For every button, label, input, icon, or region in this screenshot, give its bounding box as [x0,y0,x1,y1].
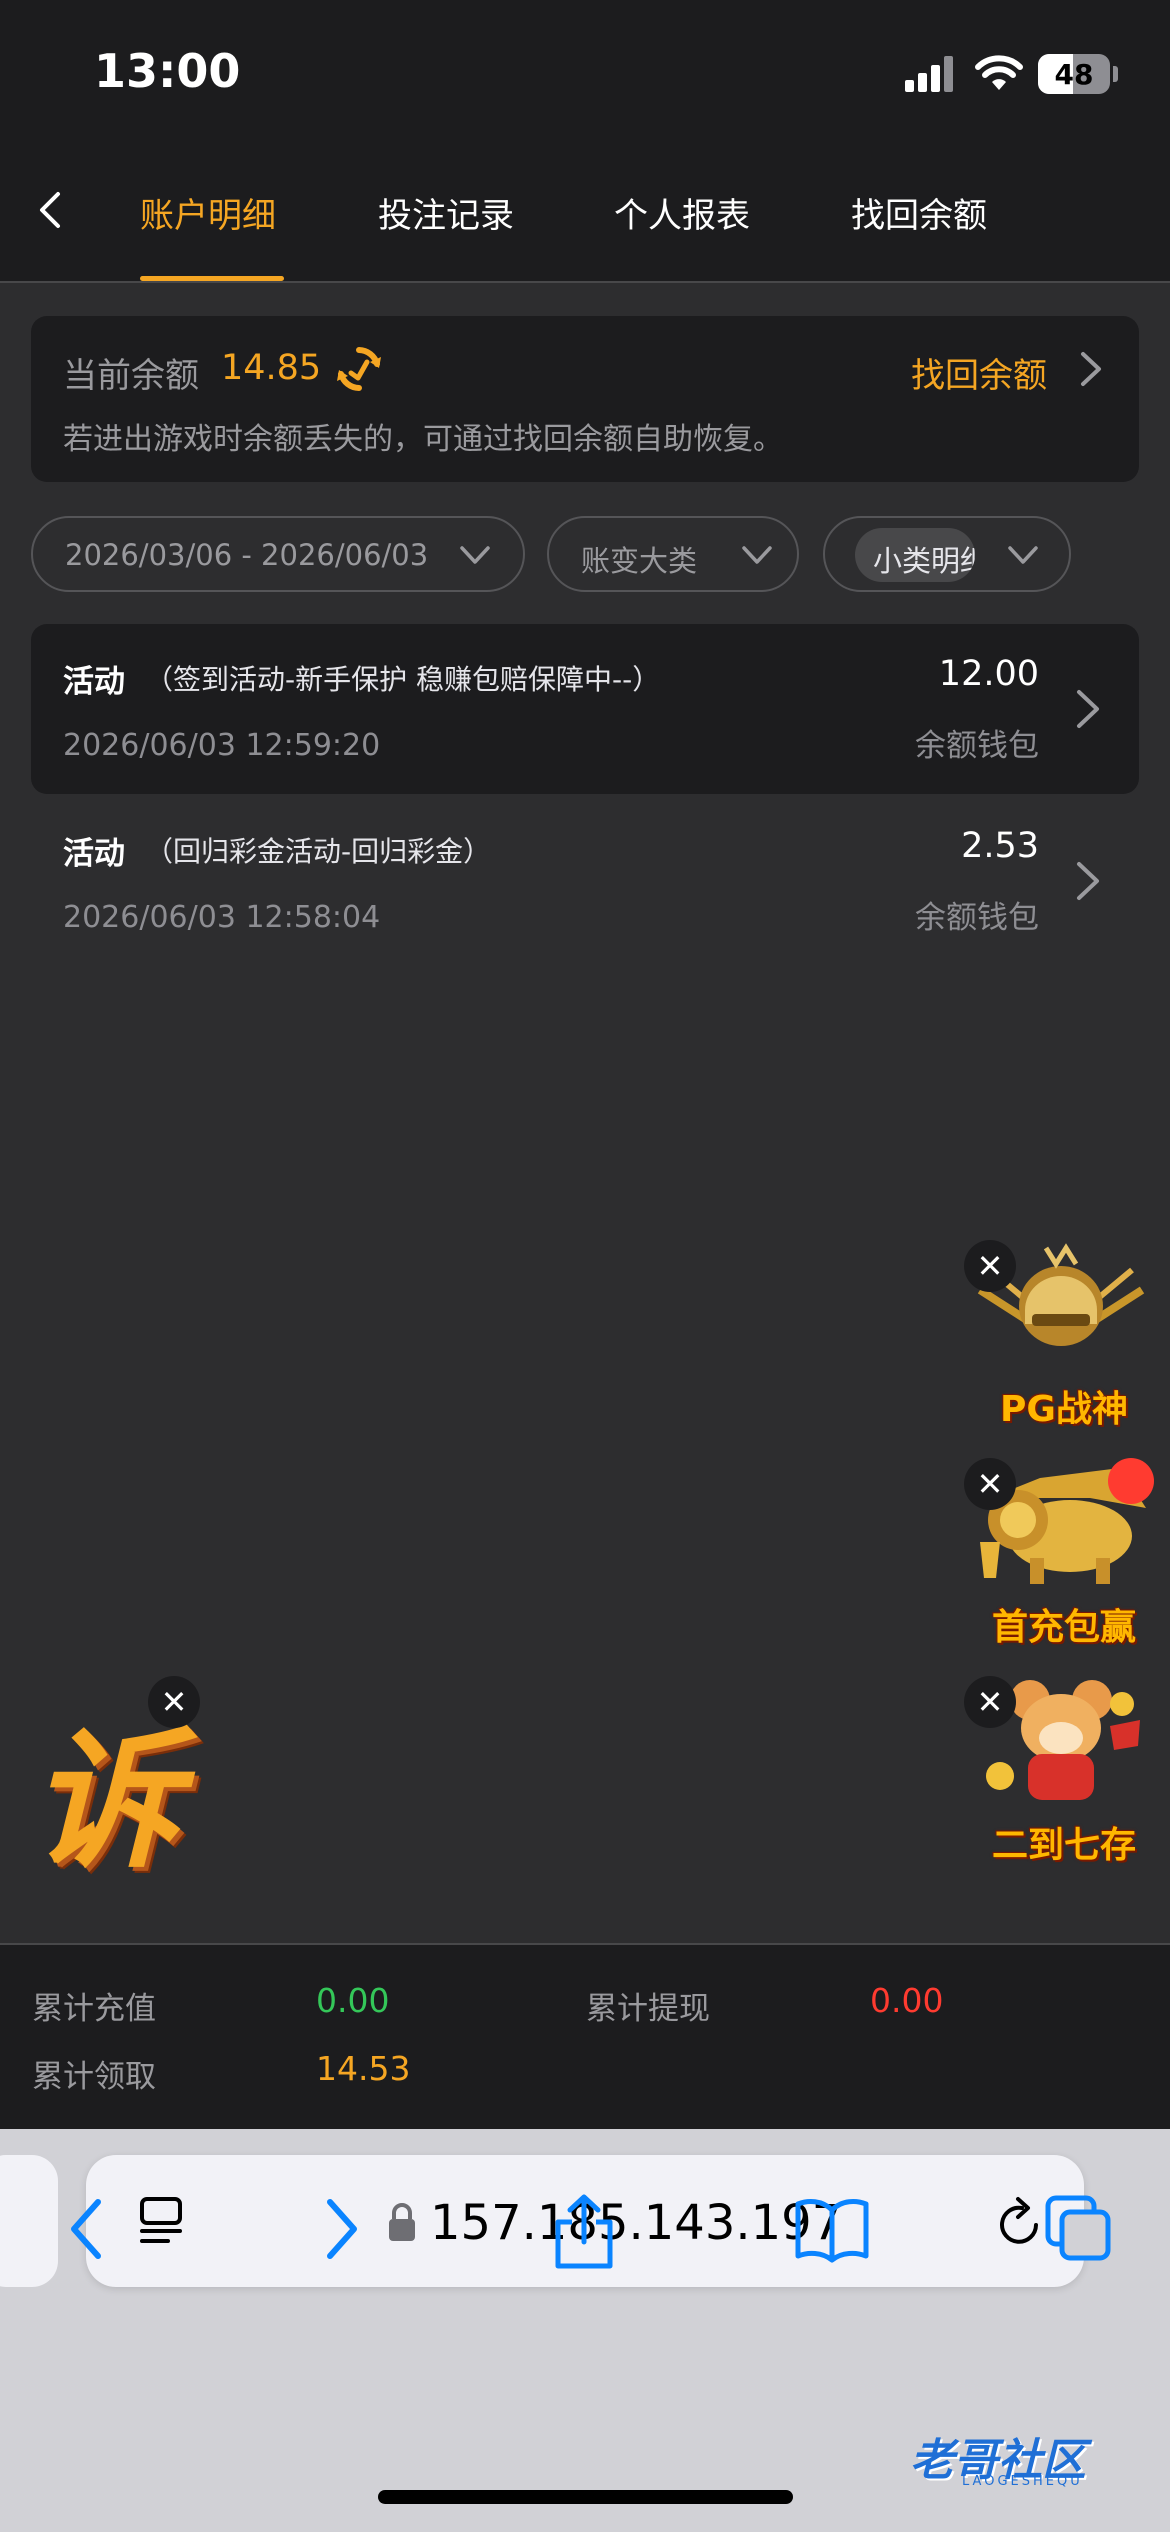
tab-bet-records[interactable]: 投注记录 [378,188,514,237]
tabs-icon[interactable] [1044,2194,1114,2264]
total-claimed-value: 14.53 [316,2049,411,2088]
refresh-balance-icon[interactable] [334,344,384,394]
notification-dot [1108,1458,1154,1504]
header-bar [0,0,1170,282]
chevron-down-icon [1008,546,1038,564]
close-promo-button[interactable]: ✕ [964,1458,1016,1510]
transaction-type: 活动 [63,836,125,872]
balance-card: 当前余额 14.85 找回余额 若进出游戏时余额丢失的，可通过找回余额自助恢复。 [31,316,1139,482]
chevron-right-icon [1077,862,1099,900]
major-category-filter[interactable]: 账变大类 [547,516,799,592]
transaction-time: 2026/06/03 12:59:20 [63,728,381,763]
promo-label: 二到七存 [991,1825,1136,1866]
status-time: 13:00 [94,44,241,98]
home-indicator [378,2490,793,2504]
chevron-right-icon[interactable] [1071,346,1111,392]
balance-hint: 若进出游戏时余额丢失的，可通过找回余额自助恢复。 [63,422,783,457]
close-promo-button[interactable]: ✕ [964,1676,1016,1728]
url-text: 157.185.143.197 [430,2195,843,2251]
total-withdraw-label: 累计提现 [586,1991,710,2027]
close-promo-button[interactable]: ✕ [148,1676,200,1728]
transaction-amount: 12.00 [938,654,1039,694]
tab-personal-report[interactable]: 个人报表 [614,188,750,237]
transaction-detail: （回归彩金活动-回归彩金） [145,835,492,868]
chevron-down-icon [460,546,490,564]
cellular-signal-icon [905,56,955,92]
minor-category-pill: 小类明细 [855,528,975,582]
share-icon[interactable] [552,2194,616,2270]
minor-category-filter[interactable]: 小类明细 [823,516,1071,592]
tab-recover-balance[interactable]: 找回余额 [851,188,987,237]
transaction-row[interactable]: 活动 （签到活动-新手保护 稳赚包赔保障中--） 2026/06/03 12:5… [31,624,1139,794]
reload-icon[interactable] [994,2195,1046,2249]
promo-label: 首充包赢 [991,1607,1136,1648]
transaction-amount: 2.53 [961,826,1039,866]
transaction-time: 2026/06/03 12:58:04 [63,900,381,935]
balance-label: 当前余额 [63,356,199,396]
chevron-right-icon [1077,690,1099,728]
transaction-type: 活动 [63,664,125,700]
transaction-row[interactable]: 活动 （回归彩金活动-回归彩金） 2026/06/03 12:58:04 2.5… [31,796,1139,966]
tab-account-details[interactable]: 账户明细 [140,188,276,237]
transaction-detail: （签到活动-新手保护 稳赚包赔保障中--） [145,663,661,696]
battery-level: 48 [1054,58,1094,91]
chevron-down-icon [742,546,772,564]
total-deposit-value: 0.00 [316,1981,390,2020]
balance-value: 14.85 [221,348,322,388]
date-range-filter[interactable]: 2026/03/06 - 2026/06/03 [31,516,525,592]
promo-first-deposit-win[interactable]: 首充包赢 ✕ [964,1458,1164,1648]
lock-icon [389,2203,415,2241]
transaction-wallet: 余额钱包 [915,900,1039,936]
header-divider [0,281,1170,283]
promo-two-to-seven-deposit[interactable]: 二到七存 ✕ [964,1676,1164,1866]
promo-pg-god-of-war[interactable]: PG战神 ✕ [964,1240,1164,1430]
close-promo-button[interactable]: ✕ [964,1240,1016,1292]
wifi-icon [975,55,1023,90]
browser-back-icon[interactable] [62,2194,112,2264]
recover-balance-link[interactable]: 找回余额 [911,348,1047,397]
minor-category-value: 小类明细 [873,544,975,578]
battery-tip [1113,66,1118,82]
back-button[interactable] [22,180,82,240]
battery-icon: 48 [1038,54,1110,94]
total-withdraw-value: 0.00 [870,1981,944,2020]
watermark-subtext: LAOGESHEQU [962,2474,1083,2489]
summary-panel: 累计充值 0.00 累计提现 0.00 累计领取 14.53 [0,1943,1170,2129]
bookmarks-icon[interactable] [794,2194,870,2264]
promo-label: PG战神 [1000,1389,1128,1430]
previous-tab-preview[interactable] [0,2155,58,2287]
browser-forward-icon[interactable] [316,2194,366,2264]
transaction-wallet: 余额钱包 [915,728,1039,764]
total-deposit-label: 累计充值 [32,1991,156,2027]
major-category-value: 账变大类 [581,544,698,578]
total-claimed-label: 累计领取 [32,2059,156,2095]
complaint-float-button[interactable]: 诉 ✕ [30,1676,200,1889]
page-menu-icon[interactable] [136,2195,186,2247]
date-range-value: 2026/03/06 - 2026/06/03 [65,538,429,572]
